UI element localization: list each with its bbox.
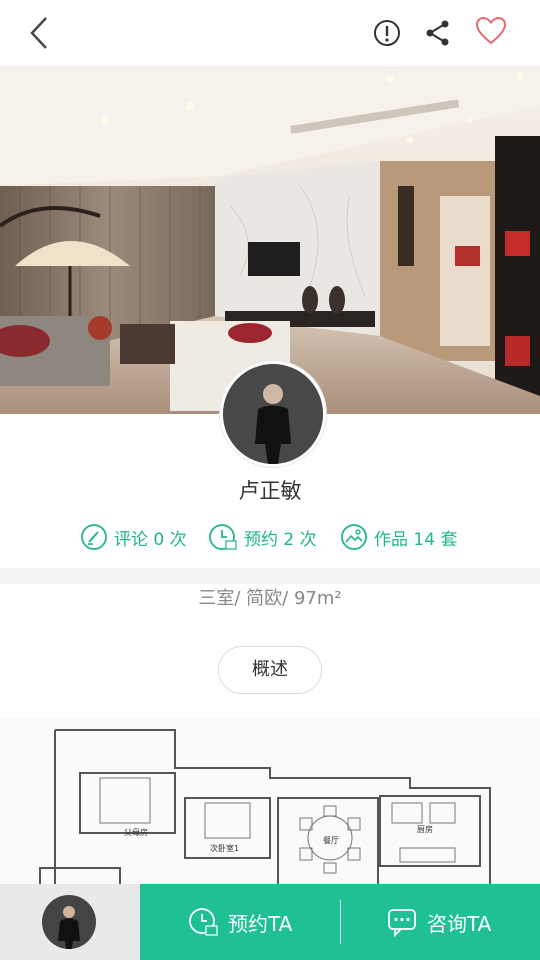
floor-plan-image[interactable]: 父母房 次卧室1 餐厅 厨房 [0, 718, 540, 888]
designer-avatar[interactable] [220, 361, 326, 467]
floor-plan-drawing: 父母房 次卧室1 餐厅 厨房 [39, 729, 491, 888]
stat-bookings-label: 预约 2 次 [244, 529, 317, 550]
pen-circle-icon [81, 524, 107, 550]
bottom-action-bar: 预约TA 咨询TA [0, 884, 540, 960]
stat-works-label: 作品 14 套 [374, 529, 458, 550]
stat-comments[interactable]: 评论 0 次 [80, 520, 187, 554]
top-bar [0, 0, 540, 66]
book-button-label: 预约TA [228, 911, 293, 936]
designer-mini-photo [42, 895, 96, 949]
consult-designer-button[interactable]: 咨询TA [387, 884, 491, 960]
section-divider [0, 568, 540, 584]
designer-photo [223, 364, 323, 464]
book-designer-button[interactable]: 预约TA [188, 884, 292, 960]
room-label-bedroom: 次卧室1 [210, 843, 239, 853]
project-info: 三室/ 简欧/ 97m² [198, 588, 342, 609]
stat-works[interactable]: 作品 14 套 [340, 520, 457, 554]
chat-bubble-icon [388, 909, 416, 937]
stat-bookings[interactable]: 预约 2 次 [208, 520, 317, 554]
room-label-kitchen: 厨房 [417, 824, 433, 834]
calendar-clock-icon [189, 908, 218, 936]
room-label-parents: 父母房 [124, 827, 148, 837]
bottom-avatar-area [0, 884, 140, 960]
image-icon [341, 524, 367, 550]
consult-button-label: 咨询TA [427, 911, 492, 936]
button-separator [340, 900, 341, 944]
stat-comments-label: 评论 0 次 [114, 529, 187, 550]
designer-name: 卢正敏 [238, 479, 302, 503]
report-icon[interactable] [370, 16, 404, 50]
overview-tab[interactable]: 概述 [218, 646, 322, 694]
favorite-heart-icon[interactable] [474, 14, 508, 48]
back-arrow-icon[interactable] [24, 14, 58, 52]
calendar-clock-icon [209, 524, 237, 550]
designer-stats: 评论 0 次 预约 2 次 作品 14 套 [0, 520, 540, 554]
room-label-dining: 餐厅 [323, 836, 339, 845]
bottom-avatar[interactable] [42, 895, 96, 949]
share-icon[interactable] [421, 16, 455, 50]
